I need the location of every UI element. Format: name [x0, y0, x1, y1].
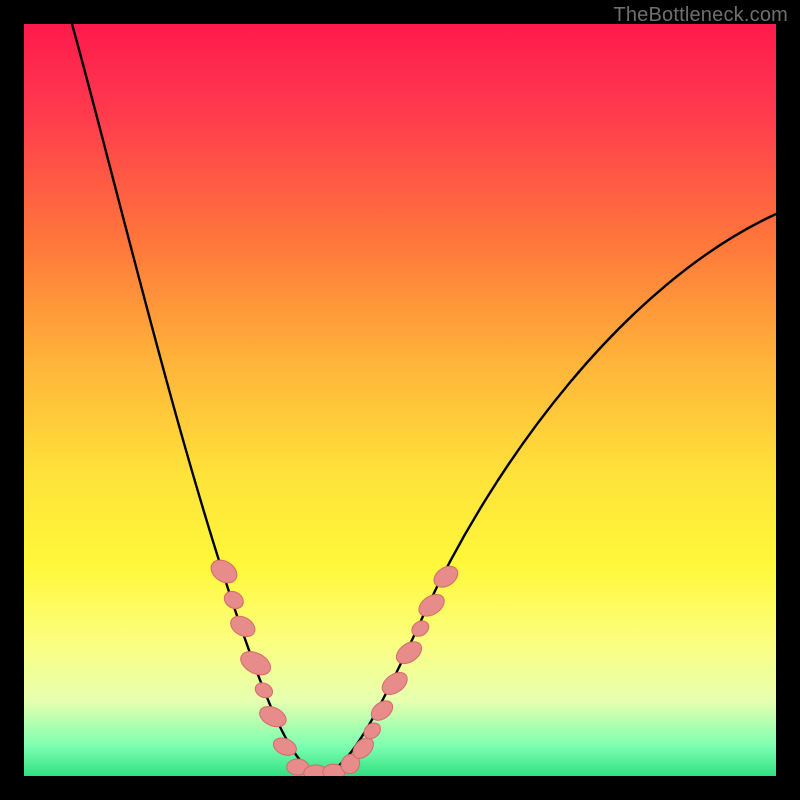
- bottleneck-curve-path: [72, 24, 776, 774]
- curve-marker: [227, 612, 259, 641]
- bottleneck-curve-svg: [24, 24, 776, 776]
- curve-marker: [256, 703, 289, 731]
- curve-marker: [409, 618, 432, 640]
- curve-marker: [378, 668, 411, 699]
- chart-plot-area: [24, 24, 776, 776]
- curve-marker: [237, 647, 275, 680]
- curve-marker: [221, 588, 246, 612]
- curve-marker: [430, 562, 462, 591]
- curve-marker-layer: [207, 555, 462, 776]
- curve-marker: [207, 555, 241, 587]
- curve-marker: [415, 590, 448, 621]
- curve-marker: [253, 680, 275, 701]
- curve-marker: [392, 637, 425, 668]
